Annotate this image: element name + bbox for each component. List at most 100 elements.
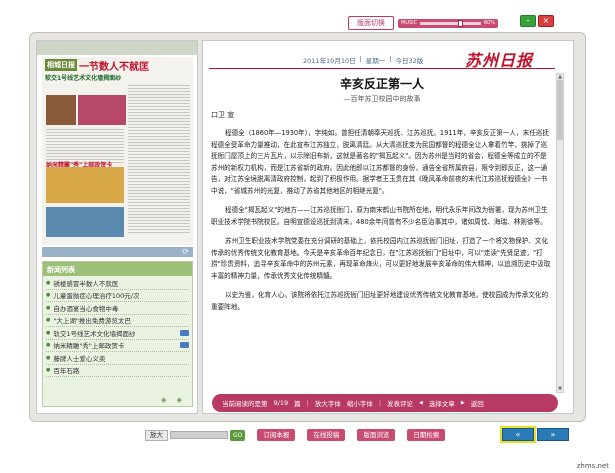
zoom-slider[interactable] bbox=[170, 431, 228, 439]
article-author: 口卫 宣 bbox=[211, 111, 235, 119]
article-subtitle: —百年苏卫校园中的故事 bbox=[343, 95, 421, 103]
news-item-label: "大上湖"推出免费游览太巴 bbox=[53, 317, 131, 326]
article-body: 辛亥反正第一人 —百年苏卫校园中的故事 口卫 宣 程德全（1860年—1930年… bbox=[211, 73, 553, 403]
zoom-out-font-button[interactable]: 缩小字体 bbox=[347, 398, 373, 408]
news-list-item[interactable]: ● 自办酒宴当心食物中毒 bbox=[46, 302, 189, 315]
separator: | bbox=[378, 399, 382, 407]
scrollbar-thumb[interactable] bbox=[557, 80, 563, 140]
page-navigation: « » bbox=[500, 426, 569, 443]
thumbnail-logo: 相城日报 bbox=[45, 59, 77, 71]
bullet-icon: ● bbox=[46, 342, 51, 349]
news-item-label: 纳米精雕"秀"上邮政贺卡 bbox=[53, 342, 125, 351]
news-list-item[interactable]: ● 轨交1号线艺术文化墙揭面纱 bbox=[46, 327, 189, 340]
bottom-toolbar: 放大 GO 订阅本报 在线投稿 版面浏览 日期检索 bbox=[145, 429, 446, 441]
minimize-button[interactable]: – bbox=[520, 15, 536, 27]
browse-pages-button[interactable]: 版面浏览 bbox=[357, 429, 396, 441]
bullet-icon: ● bbox=[46, 354, 51, 361]
separator: | bbox=[359, 55, 362, 63]
date-text: 2011年10月10日 bbox=[303, 57, 356, 65]
caret-left-icon: ◀ bbox=[419, 400, 423, 406]
music-volume-value: 60% bbox=[483, 20, 495, 26]
article-paragraph: 以史为鉴，化育人心。该院将依托江苏巡抚衙门旧址更好地建设优秀传统文化教育基地，使… bbox=[211, 291, 549, 311]
close-button[interactable]: × bbox=[538, 15, 554, 27]
news-item-label: 百年石路 bbox=[53, 367, 80, 376]
music-label: MUSIC bbox=[401, 20, 418, 26]
bullet-icon: ● bbox=[46, 279, 51, 286]
masthead-divider bbox=[209, 68, 555, 69]
comment-button[interactable]: 发表评论 bbox=[387, 398, 413, 408]
dateline: 2011年10月10日 | 星期一 | 今日32版 bbox=[303, 55, 423, 65]
thumbnail-header bbox=[37, 41, 197, 55]
music-slider-knob[interactable] bbox=[457, 19, 463, 27]
article-scrollbar[interactable]: ▲ ▼ bbox=[556, 73, 564, 393]
bullet-icon: ● bbox=[46, 304, 51, 311]
news-item-label: 自办酒宴当心食物中毒 bbox=[53, 304, 119, 313]
thumbnail-photo bbox=[46, 95, 76, 125]
scroll-down-icon[interactable]: ▼ bbox=[557, 386, 563, 392]
layout-switch-button[interactable]: 版面切换 bbox=[348, 16, 394, 30]
subscribe-button[interactable]: 订阅本报 bbox=[257, 429, 296, 441]
reading-toolbar: 当前阅读的是第 9/19 篇 | 放大字体 缩小字体 | 发表评论 ◀ 选择文章… bbox=[212, 394, 558, 412]
article-paragraph: 程德全（1860年—1930年），字纯如。曾担任清朝奉天巡抚、江苏巡抚。1911… bbox=[211, 129, 549, 195]
submit-article-button[interactable]: 在线投稿 bbox=[307, 429, 346, 441]
music-volume-slider[interactable]: MUSIC 60% bbox=[398, 18, 498, 28]
news-list-item[interactable]: ● 藤牌人士爱心义卖 bbox=[46, 352, 189, 365]
news-list-item[interactable]: ● 百年石路 bbox=[46, 365, 189, 377]
video-icon[interactable] bbox=[180, 329, 189, 336]
news-list-item[interactable]: ● "大上湖"推出免费游览太巴 bbox=[46, 315, 189, 327]
page-count-text: 今日32版 bbox=[395, 57, 424, 65]
watermark: zhms.net bbox=[576, 462, 609, 470]
news-list-items: ● 锈楼感冒半数人不就医 ● 儿童蛋抛症心理治疗100元/次 ● 自办酒宴当心食物中毒 ● "… bbox=[43, 276, 192, 378]
thumbnail-footer: ⟳ bbox=[42, 247, 193, 257]
news-item-label: 轨交1号线艺术文化墙揭面纱 bbox=[53, 329, 136, 338]
back-button[interactable]: 返回 bbox=[471, 398, 484, 408]
thumbnail-subhead: 软交1号线艺术文化墙揭面纱 bbox=[45, 75, 122, 82]
select-article-button[interactable]: 选择文章 bbox=[429, 398, 455, 408]
zoom-control: 放大 GO bbox=[145, 429, 246, 441]
previous-page-button[interactable]: « bbox=[500, 426, 536, 443]
thumbnail-headline: 一节数人不就匡 bbox=[79, 61, 149, 73]
bullet-icon: ● bbox=[46, 367, 51, 374]
current-reading-value: 9/19 bbox=[273, 399, 289, 407]
article-panel: 2011年10月10日 | 星期一 | 今日32版 苏州日报 辛亥反正第一人 —… bbox=[202, 40, 574, 414]
article-title: 辛亥反正第一人 bbox=[339, 77, 424, 91]
news-item-label: 儿童蛋抛症心理治疗100元/次 bbox=[53, 292, 140, 301]
bullet-icon: ● bbox=[46, 317, 51, 324]
news-item-label: 锈楼感冒半数人不就医 bbox=[53, 279, 119, 288]
refresh-icon[interactable]: ⟳ bbox=[182, 247, 189, 257]
news-list-item[interactable]: ● 儿童蛋抛症心理治疗100元/次 bbox=[46, 290, 189, 302]
thumbnail-photo bbox=[78, 95, 126, 125]
article-paragraph: 苏州卫生职业技术学院党委在充分调研的基础上，依托校园内江苏巡抚衙门旧址，打造了一… bbox=[211, 237, 551, 280]
page-thumbnail[interactable]: 相城日报 一节数人不就匡 软交1号线艺术文化墙揭面纱 纳米精雕"秀"上邮政贺卡 bbox=[42, 57, 193, 245]
news-list-header: 新闻列表 bbox=[43, 262, 192, 276]
zoom-in-font-button[interactable]: 放大字体 bbox=[315, 398, 341, 408]
thumbnail-masthead: 相城日报 一节数人不就匡 bbox=[42, 57, 193, 73]
zoom-label: 放大 bbox=[145, 429, 168, 441]
article-paragraph: 程德全"揭瓦起义"的地方——江苏巡抚衙门，原为南宋鹤山书院所在地，明代永乐年间改… bbox=[211, 206, 548, 226]
news-list-pager[interactable]: ◆ ◆ bbox=[161, 396, 186, 404]
news-list-item[interactable]: ● 纳米精雕"秀"上邮政贺卡 bbox=[46, 340, 189, 352]
music-slider-track[interactable] bbox=[420, 19, 481, 27]
top-toolbar: 版面切换 MUSIC 60% bbox=[348, 16, 498, 30]
caret-right-icon: ▶ bbox=[460, 400, 465, 406]
zoom-go-button[interactable]: GO bbox=[230, 429, 246, 441]
thumbnail-text-column bbox=[46, 129, 124, 163]
separator: | bbox=[306, 399, 309, 407]
news-item-label: 藤牌人士爱心义卖 bbox=[53, 354, 106, 363]
next-page-button[interactable]: » bbox=[537, 428, 569, 441]
thumbnail-text-column bbox=[128, 85, 190, 235]
page-unit: 篇 bbox=[294, 400, 301, 408]
news-list: 新闻列表 ● 锈楼感冒半数人不就医 ● 儿童蛋抛症心理治疗100元/次 ● 自办酒宴当心食… bbox=[42, 261, 193, 407]
date-search-button[interactable]: 日期检索 bbox=[407, 429, 446, 441]
thumbnail-photo bbox=[46, 207, 124, 237]
thumbnail-photo bbox=[46, 167, 124, 203]
bullet-icon: ● bbox=[46, 329, 51, 336]
bullet-icon: ● bbox=[46, 292, 51, 299]
video-icon[interactable] bbox=[180, 342, 189, 349]
separator: | bbox=[389, 55, 392, 63]
current-reading-label: 当前阅读的是第 bbox=[222, 400, 268, 408]
news-list-item[interactable]: ● 锈楼感冒半数人不就医 bbox=[46, 277, 189, 290]
window-controls: – × bbox=[520, 15, 554, 27]
left-panel: 相城日报 一节数人不就匡 软交1号线艺术文化墙揭面纱 纳米精雕"秀"上邮政贺卡 … bbox=[36, 40, 198, 414]
weekday-text: 星期一 bbox=[365, 57, 386, 65]
